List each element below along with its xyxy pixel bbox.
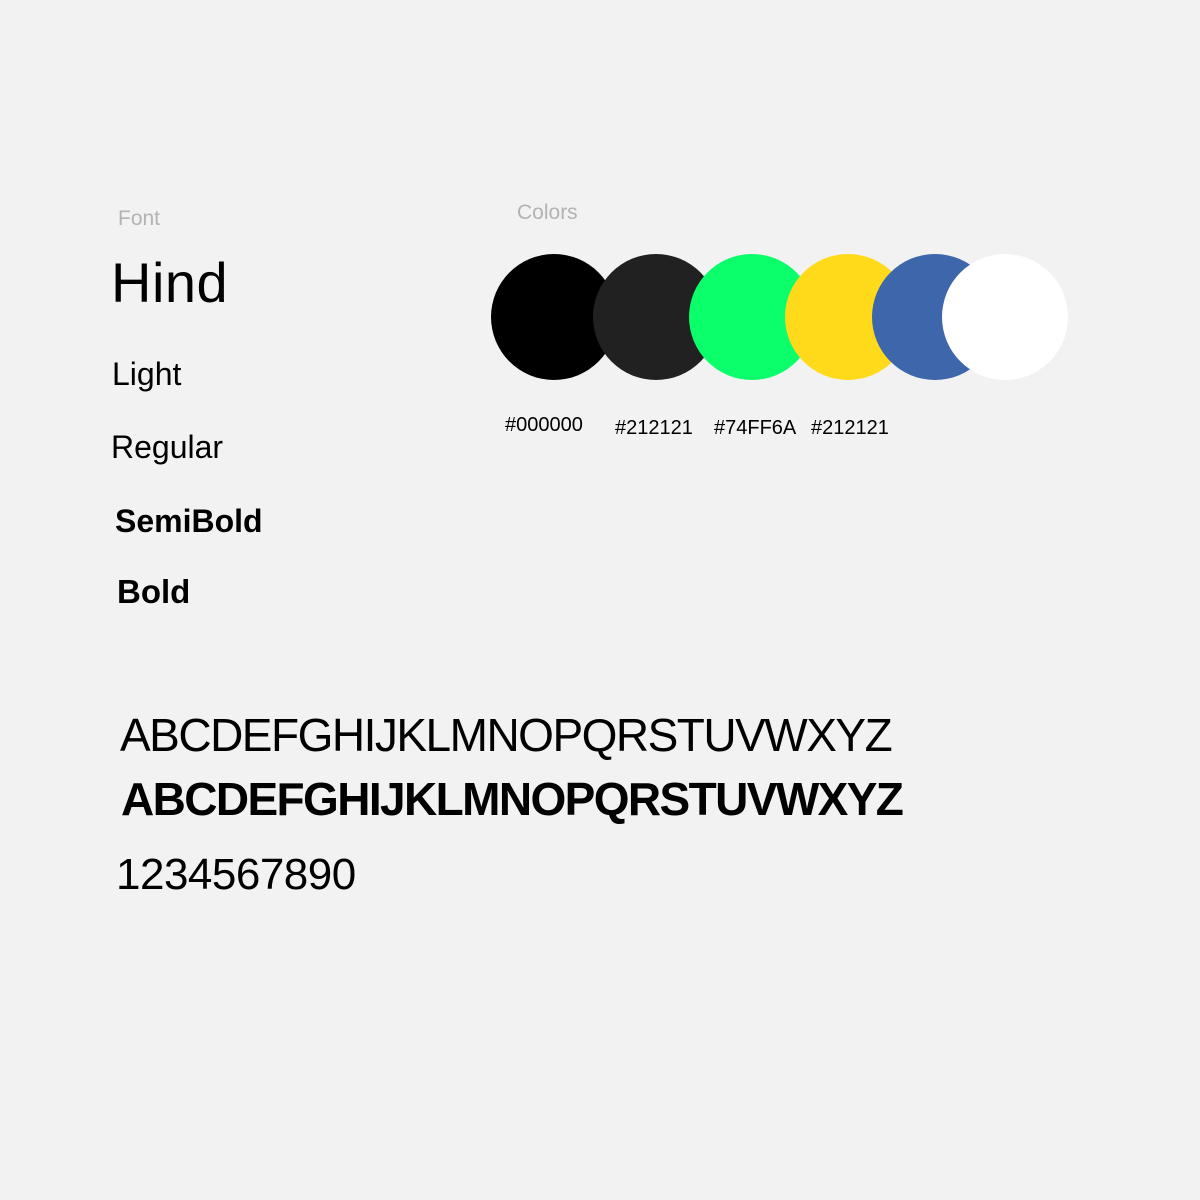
weight-bold: Bold bbox=[117, 573, 191, 610]
alphabet-bold: ABCDEFGHIJKLMNOPQRSTUVWXYZ bbox=[121, 773, 904, 825]
color-hex-label: #212121 bbox=[615, 417, 693, 439]
digits-specimen: 1234567890 bbox=[116, 850, 356, 899]
color-swatch-white bbox=[942, 254, 1068, 380]
alphabet-regular: ABCDEFGHIJKLMNOPQRSTUVWXYZ bbox=[120, 709, 893, 761]
weight-light: Light bbox=[112, 356, 182, 392]
color-hex-label: #212121 bbox=[811, 417, 889, 439]
color-hex-label: #74FF6A bbox=[714, 417, 797, 439]
font-name: Hind bbox=[111, 251, 229, 314]
weight-semibold: SemiBold bbox=[115, 503, 263, 539]
colors-section-label: Colors bbox=[517, 201, 578, 224]
weight-regular: Regular bbox=[111, 429, 224, 465]
font-section-label: Font bbox=[118, 207, 161, 230]
color-hex-label: #000000 bbox=[505, 414, 583, 436]
